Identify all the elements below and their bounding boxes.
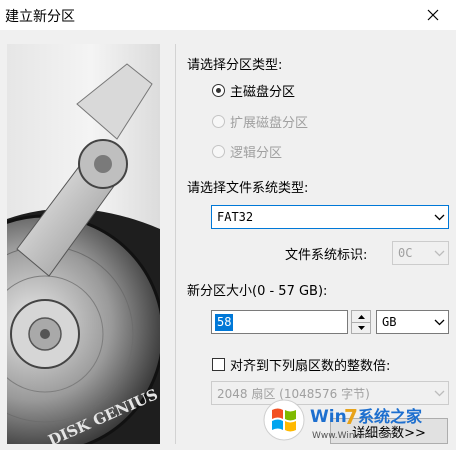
- fs-id-select[interactable]: 0C: [392, 241, 449, 265]
- radio-extended-partition[interactable]: 扩展磁盘分区: [212, 111, 308, 131]
- window-title: 建立新分区: [5, 9, 75, 25]
- radio-extended-label: 扩展磁盘分区: [230, 115, 309, 131]
- disk-genius-artwork: DISK GENIUS: [7, 44, 160, 444]
- partition-size-value: 58: [215, 314, 234, 331]
- align-label: 对齐到下列扇区数的整数倍:: [230, 359, 391, 374]
- filesystem-select[interactable]: FAT32: [211, 205, 449, 229]
- chevron-down-icon: [430, 311, 448, 333]
- spin-up-icon[interactable]: [352, 311, 370, 322]
- size-unit-select[interactable]: GB: [376, 310, 449, 334]
- radio-button-checked[interactable]: [212, 83, 225, 97]
- filesystem-type-label: 请选择文件系统类型:: [187, 181, 309, 196]
- windows-logo-icon: Win 7 系统之家 Www.Winwin7.com: [263, 399, 423, 441]
- size-spinner[interactable]: [351, 310, 371, 334]
- fs-id-label: 文件系统标识:: [285, 248, 368, 263]
- divider: [175, 44, 176, 444]
- watermark-brand-7: 7: [344, 405, 358, 429]
- close-button[interactable]: [410, 0, 456, 30]
- partition-type-label: 请选择分区类型:: [187, 58, 283, 73]
- hard-disk-illustration: DISK GENIUS: [7, 63, 160, 444]
- filesystem-value: FAT32: [217, 210, 254, 224]
- watermark-url: Www.Winwin7.com: [312, 431, 398, 441]
- partition-size-label: 新分区大小(0 - 57 GB):: [187, 284, 328, 299]
- win7-watermark: Win 7 系统之家 Www.Winwin7.com: [262, 398, 450, 444]
- close-icon: [427, 9, 439, 21]
- radio-button[interactable]: [212, 144, 225, 158]
- partition-size-input[interactable]: 58: [211, 310, 348, 334]
- radio-primary-partition[interactable]: 主磁盘分区: [212, 80, 295, 100]
- fs-id-value: 0C: [398, 246, 413, 260]
- dialog-body: DISK GENIUS 请选择分区类型: 主磁盘分区 扩展磁盘分区 逻辑分区 请…: [0, 30, 456, 450]
- align-checkbox[interactable]: [212, 358, 225, 371]
- spin-down-icon[interactable]: [352, 322, 370, 333]
- radio-button[interactable]: [212, 114, 225, 128]
- radio-primary-label: 主磁盘分区: [230, 84, 296, 100]
- chevron-down-icon: [430, 206, 448, 228]
- radio-logical-partition[interactable]: 逻辑分区: [212, 141, 282, 161]
- watermark-site-name: 系统之家: [358, 407, 423, 426]
- chevron-down-icon: [430, 242, 448, 264]
- watermark-brand-w: Win: [310, 407, 347, 427]
- size-unit-value: GB: [382, 315, 397, 329]
- radio-logical-label: 逻辑分区: [230, 145, 283, 161]
- title-bar: 建立新分区: [0, 0, 456, 30]
- align-checkbox-row[interactable]: 对齐到下列扇区数的整数倍:: [212, 355, 390, 374]
